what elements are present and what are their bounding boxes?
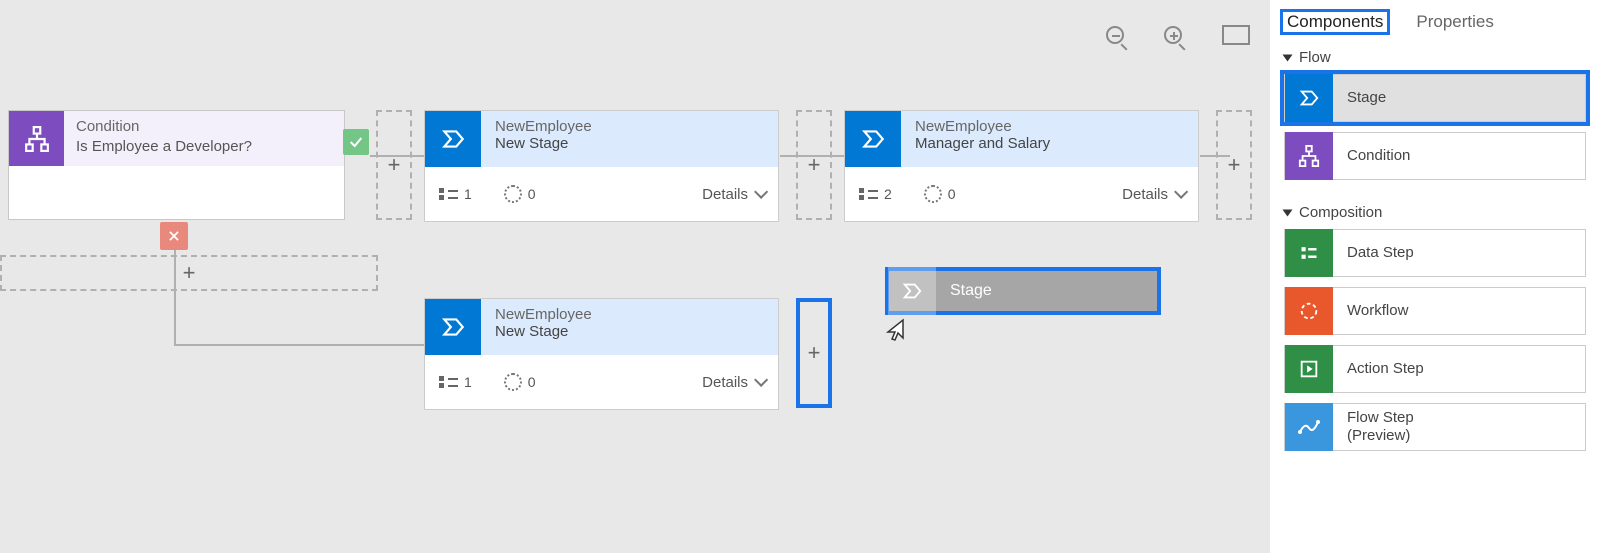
- plus-icon: +: [183, 260, 196, 286]
- collapse-icon: [1283, 209, 1293, 216]
- plus-icon: +: [808, 152, 821, 178]
- panel-tabs: Components Properties: [1270, 0, 1600, 35]
- collapse-icon: [1283, 54, 1293, 61]
- details-toggle[interactable]: Details: [702, 374, 764, 391]
- group-header-flow[interactable]: Flow: [1270, 35, 1600, 74]
- stage-entity-label: NewEmployee: [495, 306, 764, 323]
- chevron-down-icon: [754, 373, 768, 387]
- component-action-step[interactable]: Action Step: [1284, 345, 1586, 393]
- plus-icon: +: [808, 340, 821, 366]
- component-workflow[interactable]: Workflow: [1284, 287, 1586, 335]
- zoom-out-icon[interactable]: [1106, 26, 1124, 48]
- designer-canvas[interactable]: Condition Is Employee a Developer? + New…: [0, 0, 1270, 553]
- action-step-icon: [1285, 345, 1333, 393]
- tab-properties[interactable]: Properties: [1416, 12, 1493, 35]
- details-toggle[interactable]: Details: [1122, 186, 1184, 203]
- flow-step-icon: [1285, 403, 1333, 451]
- stage-icon: [845, 111, 901, 167]
- condition-icon: [1285, 132, 1333, 180]
- chevron-down-icon: [754, 185, 768, 199]
- canvas-toolbar: [1106, 25, 1250, 49]
- plus-icon: +: [388, 152, 401, 178]
- stage-icon: [425, 299, 481, 355]
- workflow-icon: [1285, 287, 1333, 335]
- stage-entity-label: NewEmployee: [495, 118, 764, 135]
- drop-slot[interactable]: +: [376, 110, 412, 220]
- stage-icon: [425, 111, 481, 167]
- drop-slot[interactable]: +: [1216, 110, 1252, 220]
- stage-name-label: Manager and Salary: [915, 135, 1184, 152]
- plus-icon: +: [1228, 152, 1241, 178]
- connector-line: [174, 344, 424, 346]
- drop-slot[interactable]: +: [0, 255, 378, 291]
- stage-header: NewEmployee New Stage: [481, 299, 778, 355]
- chevron-down-icon: [1174, 185, 1188, 199]
- component-flow-step[interactable]: Flow Step (Preview): [1284, 403, 1586, 451]
- cursor-icon: [886, 318, 906, 342]
- tab-components[interactable]: Components: [1280, 9, 1390, 35]
- component-data-step[interactable]: Data Step: [1284, 229, 1586, 277]
- stage-node[interactable]: NewEmployee New Stage 1 0 Details: [424, 110, 779, 222]
- condition-header: Condition Is Employee a Developer?: [64, 111, 344, 166]
- stage-header: NewEmployee Manager and Salary: [901, 111, 1198, 167]
- drag-ghost-label: Stage: [950, 282, 992, 300]
- component-stage[interactable]: Stage: [1284, 74, 1586, 122]
- condition-title: Is Employee a Developer?: [76, 137, 332, 157]
- details-toggle[interactable]: Details: [702, 186, 764, 203]
- group-header-composition[interactable]: Composition: [1270, 190, 1600, 229]
- stage-node[interactable]: NewEmployee New Stage 1 0 Details: [424, 298, 779, 410]
- drop-slot[interactable]: +: [796, 110, 832, 220]
- stage-entity-label: NewEmployee: [915, 118, 1184, 135]
- workflow-count: 0: [504, 185, 536, 203]
- workflow-count: 0: [924, 185, 956, 203]
- stage-icon: [888, 267, 936, 315]
- zoom-in-icon[interactable]: [1164, 26, 1182, 48]
- datastep-count: 1: [439, 186, 472, 202]
- components-panel: Components Properties Flow Stage Conditi…: [1270, 0, 1600, 553]
- condition-false-badge[interactable]: [160, 222, 188, 250]
- workflow-count: 0: [504, 373, 536, 391]
- datastep-count: 2: [859, 186, 892, 202]
- condition-node[interactable]: Condition Is Employee a Developer?: [8, 110, 345, 220]
- data-step-icon: [1285, 229, 1333, 277]
- stage-name-label: New Stage: [495, 135, 764, 152]
- stage-name-label: New Stage: [495, 323, 764, 340]
- condition-true-badge[interactable]: [343, 129, 369, 155]
- stage-header: NewEmployee New Stage: [481, 111, 778, 167]
- fit-screen-icon[interactable]: [1222, 25, 1250, 49]
- drop-slot-active[interactable]: +: [796, 298, 832, 408]
- condition-type-label: Condition: [76, 117, 332, 137]
- drag-ghost-stage: Stage: [885, 267, 1161, 315]
- stage-node[interactable]: NewEmployee Manager and Salary 2 0 Detai…: [844, 110, 1199, 222]
- datastep-count: 1: [439, 374, 472, 390]
- component-condition[interactable]: Condition: [1284, 132, 1586, 180]
- stage-icon: [1285, 74, 1333, 122]
- condition-icon: [9, 111, 64, 166]
